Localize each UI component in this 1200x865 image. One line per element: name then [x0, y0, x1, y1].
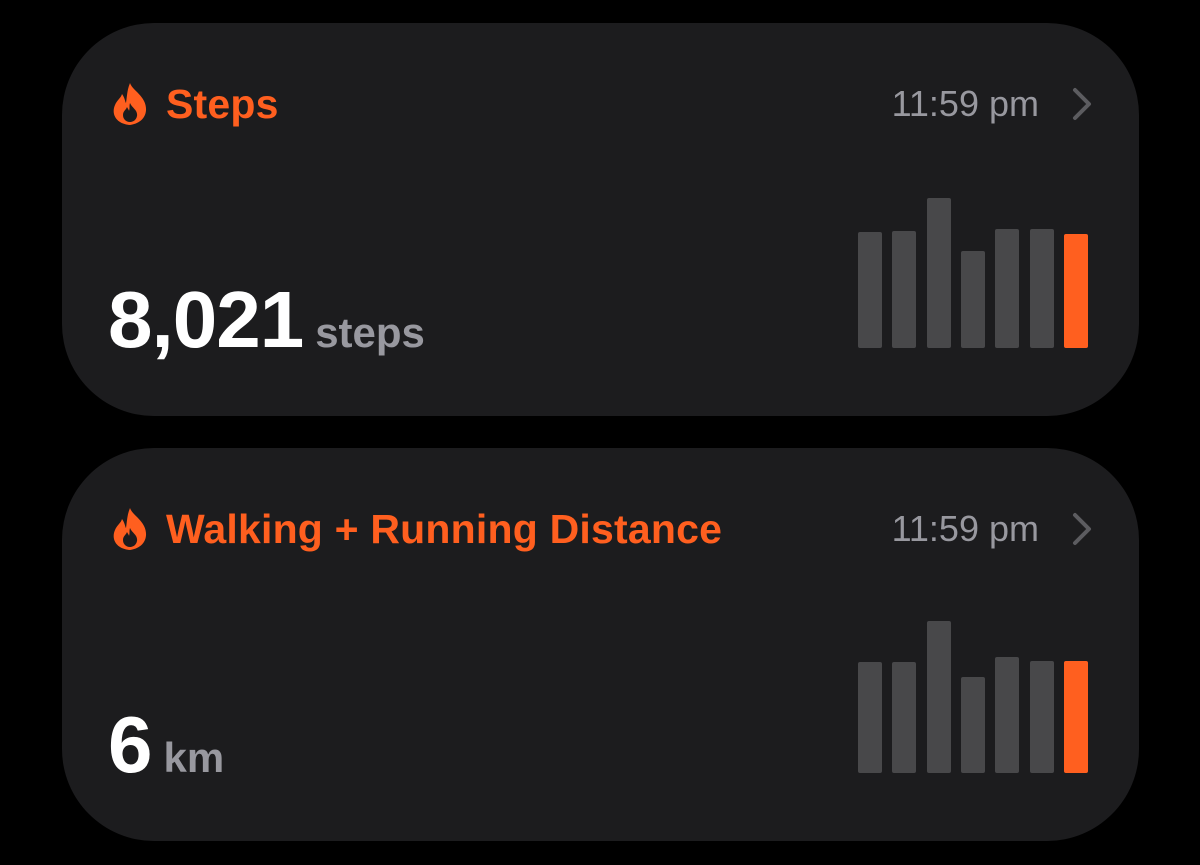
chart-bar	[961, 251, 985, 348]
chart-bar	[995, 657, 1019, 773]
chart-bar	[892, 662, 916, 773]
chart-bar	[927, 621, 951, 773]
chart-bar	[927, 198, 951, 348]
steps-value: 8,021	[108, 275, 304, 364]
chevron-right-icon[interactable]	[1071, 511, 1093, 547]
distance-card[interactable]: Walking + Running Distance 11:59 pm 6 km	[62, 448, 1139, 841]
chart-bar	[858, 232, 882, 348]
steps-unit: steps	[315, 309, 425, 356]
chart-bar	[995, 229, 1019, 348]
flame-icon	[113, 83, 147, 125]
steps-bar-chart	[858, 196, 1088, 348]
chevron-right-icon[interactable]	[1071, 86, 1093, 122]
card-title: Steps	[166, 80, 279, 127]
card-header: Walking + Running Distance 11:59 pm	[110, 503, 1093, 555]
distance-value: 6	[108, 700, 152, 789]
distance-unit: km	[163, 734, 225, 781]
distance-bar-chart	[858, 621, 1088, 773]
chart-bar	[1064, 661, 1088, 773]
chart-bar	[1064, 234, 1088, 348]
card-time: 11:59 pm	[891, 508, 1039, 549]
steps-card[interactable]: Steps 11:59 pm 8,021 steps	[62, 23, 1139, 416]
value-row: 8,021 steps	[108, 280, 425, 360]
chart-bar	[1030, 229, 1054, 348]
flame-icon	[113, 508, 147, 550]
chart-bar	[961, 677, 985, 773]
chart-bar	[858, 662, 882, 773]
card-time: 11:59 pm	[891, 83, 1039, 124]
card-title: Walking + Running Distance	[166, 505, 723, 552]
chart-bar	[1030, 661, 1054, 773]
chart-bar	[892, 231, 916, 348]
card-header: Steps 11:59 pm	[110, 78, 1093, 130]
value-row: 6 km	[108, 705, 224, 785]
